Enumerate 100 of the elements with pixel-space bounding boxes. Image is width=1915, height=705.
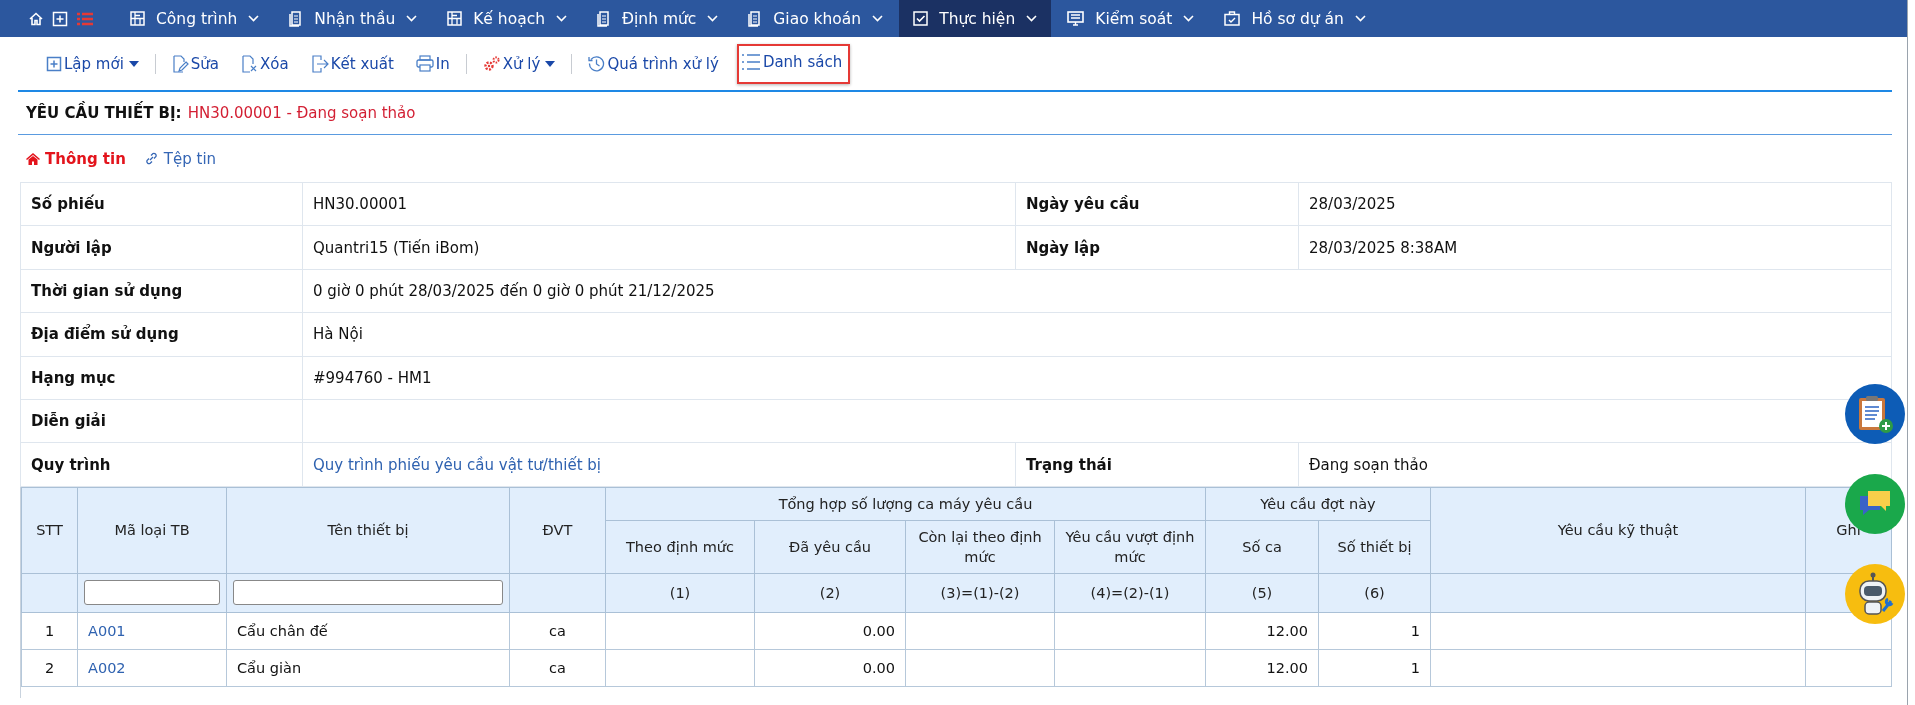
formula-label: (3)=(1)-(2) bbox=[940, 584, 1020, 601]
nav-menu-item[interactable]: Kế hoạch bbox=[433, 0, 581, 37]
chevron-down-icon bbox=[1354, 15, 1366, 22]
table-cell: 12.00 bbox=[1266, 659, 1308, 676]
field-label: Địa điểm sử dụng bbox=[31, 325, 179, 344]
home-icon[interactable] bbox=[28, 10, 44, 27]
column-header: Số thiết bị bbox=[1337, 538, 1412, 555]
chevron-down-icon bbox=[707, 15, 719, 22]
formula-label: (4)=(2)-(1) bbox=[1090, 584, 1170, 601]
clipboard-add-icon bbox=[1856, 394, 1894, 434]
support-bot-button[interactable] bbox=[1845, 564, 1905, 624]
chevron-down-icon bbox=[872, 15, 884, 22]
chevron-down-icon bbox=[406, 15, 418, 22]
link-icon bbox=[143, 151, 159, 166]
chevron-down-icon bbox=[1183, 15, 1195, 22]
nav-menu-item[interactable]: Thực hiện bbox=[899, 0, 1052, 37]
table-cell: ca bbox=[549, 622, 566, 639]
toolbar-button[interactable]: Danh sách bbox=[736, 43, 851, 84]
table-cell: 1 bbox=[1410, 659, 1420, 676]
edit-document-icon bbox=[171, 54, 189, 73]
nav-menu-item[interactable]: Định mức bbox=[583, 0, 733, 37]
column-header: STT bbox=[36, 522, 63, 539]
grid-icon bbox=[447, 11, 463, 26]
field-label: Ngày lập bbox=[1026, 238, 1100, 257]
table-cell: Cẩu chân đế bbox=[237, 622, 328, 639]
link[interactable]: A002 bbox=[88, 659, 126, 676]
toolbar-button[interactable]: In bbox=[411, 48, 454, 79]
field-label: Quy trình bbox=[31, 455, 111, 474]
nav-menu-item[interactable]: Kiểm soát bbox=[1053, 0, 1209, 37]
field-label: Hạng mục bbox=[31, 368, 116, 387]
column-header: Yêu cầu kỹ thuật bbox=[1557, 522, 1679, 539]
column-header: Đã yêu cầu bbox=[788, 538, 872, 555]
column-group-header: Tổng hợp số lượng ca máy yêu cầu bbox=[778, 495, 1033, 512]
column-header: ĐVT bbox=[542, 522, 573, 539]
field-label: Ngày yêu cầu bbox=[1026, 195, 1140, 214]
export-icon bbox=[310, 54, 329, 73]
delete-document-icon bbox=[241, 54, 259, 73]
link[interactable]: Quy trình phiếu yêu cầu vật tư/thiết bị bbox=[313, 455, 602, 474]
field-value: Đang soạn thảo bbox=[1309, 455, 1428, 474]
toolbar-button[interactable]: Sửa bbox=[167, 48, 224, 79]
column-header: Còn lại theo định mức bbox=[918, 528, 1042, 565]
chevron-down-icon bbox=[248, 15, 260, 22]
document-icon bbox=[289, 10, 304, 27]
table-cell: Cẩu giàn bbox=[237, 659, 302, 676]
table-cell: 2 bbox=[44, 659, 55, 676]
history-icon bbox=[588, 55, 606, 72]
toolbar-button[interactable]: Quá trình xử lý bbox=[584, 48, 723, 79]
table-cell: 1 bbox=[1410, 622, 1420, 639]
chevron-down-icon bbox=[556, 15, 567, 22]
toolbar-button[interactable]: Kết xuất bbox=[306, 48, 398, 79]
column-header: Tên thiết bị bbox=[327, 522, 409, 539]
caret-icon bbox=[545, 60, 556, 67]
field-value: 28/03/2025 bbox=[1309, 195, 1396, 214]
field-value: 0 giờ 0 phút 28/03/2025 đến 0 giờ 0 phút 21/12/2025 bbox=[313, 281, 715, 300]
table-cell: ca bbox=[549, 659, 566, 676]
monitor-icon bbox=[1067, 11, 1085, 26]
nav-menu-item[interactable]: Công trình bbox=[116, 0, 274, 37]
column-header: Mã loại TB bbox=[114, 522, 190, 539]
add-box-icon[interactable] bbox=[46, 55, 62, 72]
link[interactable]: A001 bbox=[88, 622, 126, 639]
briefcase-icon bbox=[1224, 11, 1241, 26]
column-header: Ghi bbox=[1836, 522, 1861, 539]
document-icon bbox=[748, 10, 763, 27]
document-icon bbox=[597, 10, 611, 27]
field-label: Thời gian sử dụng bbox=[31, 281, 183, 300]
filter-field[interactable] bbox=[233, 580, 503, 606]
table-cell: 1 bbox=[44, 622, 55, 639]
nav-menu-item[interactable]: Nhận thầu bbox=[275, 0, 432, 37]
chevron-down-icon bbox=[1026, 15, 1038, 22]
add-note-button[interactable] bbox=[1845, 384, 1905, 444]
record-status: HN30.00001 - Đang soạn thảo bbox=[187, 104, 416, 122]
formula-label: (2) bbox=[819, 584, 841, 601]
table-cell: 12.00 bbox=[1266, 622, 1308, 639]
formula-label: (5) bbox=[1251, 584, 1273, 601]
field-value: #994760 - HM1 bbox=[313, 368, 432, 387]
field-value: Quantri15 (Tiến iBom) bbox=[313, 238, 480, 257]
nav-menu-item[interactable]: Giao khoán bbox=[734, 0, 898, 37]
column-header: Yêu cầu vượt định mức bbox=[1065, 528, 1195, 565]
tab[interactable]: Tệp tin bbox=[143, 149, 217, 168]
nav-menu-item[interactable]: Hồ sơ dự án bbox=[1210, 0, 1380, 37]
toolbar-button[interactable]: Xóa bbox=[237, 48, 293, 79]
filter-field[interactable] bbox=[84, 580, 220, 606]
field-label: Trạng thái bbox=[1026, 455, 1112, 474]
home-icon bbox=[26, 152, 40, 165]
formula-label: (1) bbox=[669, 584, 691, 601]
column-header: Số ca bbox=[1242, 538, 1282, 555]
field-label: Người lập bbox=[31, 238, 112, 257]
table-cell: 0.00 bbox=[862, 659, 895, 676]
field-value: HN30.00001 bbox=[313, 195, 408, 214]
toolbar-button[interactable]: Lập mới bbox=[42, 48, 143, 79]
toolbar-button[interactable]: Xử lý bbox=[478, 48, 560, 79]
checkbox-icon bbox=[913, 11, 929, 26]
column-group-header: Yêu cầu đợt này bbox=[1260, 495, 1376, 512]
grid-icon bbox=[130, 11, 145, 26]
caret-icon bbox=[128, 60, 139, 67]
tab[interactable]: Thông tin bbox=[26, 149, 126, 168]
field-label: Số phiếu bbox=[31, 195, 105, 214]
column-header: Theo định mức bbox=[626, 538, 734, 555]
field-label: Diễn giải bbox=[31, 412, 106, 431]
formula-label: (6) bbox=[1364, 584, 1385, 601]
